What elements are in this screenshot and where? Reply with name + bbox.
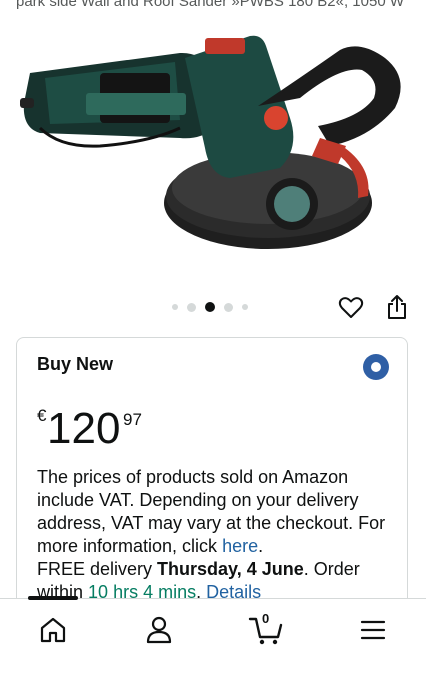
- product-title-snippet: park side Wall and Roof Sander »PWBS 180…: [16, 0, 404, 10]
- menu-icon[interactable]: [356, 613, 390, 647]
- buy-new-heading: Buy New: [37, 354, 114, 374]
- user-icon[interactable]: [142, 613, 176, 647]
- cart-button[interactable]: 0: [248, 611, 284, 647]
- share-icon[interactable]: [385, 294, 409, 320]
- carousel-dot[interactable]: [242, 304, 248, 310]
- vat-notice: The prices of products sold on Amazon in…: [37, 467, 386, 556]
- carousel-dot[interactable]: [172, 304, 178, 310]
- home-icon[interactable]: [36, 613, 70, 647]
- price-info: The prices of products sold on Amazon in…: [37, 466, 397, 604]
- image-carousel-dots[interactable]: [172, 301, 248, 313]
- delivery-date: Thursday, 4 June: [157, 559, 304, 579]
- vat-here-link[interactable]: here: [222, 536, 258, 556]
- delivery-prefix: FREE delivery: [37, 559, 153, 579]
- buy-new-radio[interactable]: [363, 354, 389, 380]
- price-currency: €: [37, 406, 47, 425]
- price-whole: 120: [47, 404, 121, 453]
- carousel-dot[interactable]: [187, 302, 196, 312]
- product-image[interactable]: [0, 28, 426, 290]
- heart-icon[interactable]: [338, 295, 364, 321]
- active-tab-indicator: [28, 596, 78, 600]
- vat-text: The prices of products sold on Amazon in…: [37, 467, 386, 556]
- carousel-dot[interactable]: [224, 302, 233, 312]
- cart-count: 0: [262, 611, 270, 626]
- bottom-navigation: 0: [0, 596, 426, 700]
- carousel-dot-active[interactable]: [205, 302, 215, 312]
- price-fraction: 97: [123, 410, 142, 429]
